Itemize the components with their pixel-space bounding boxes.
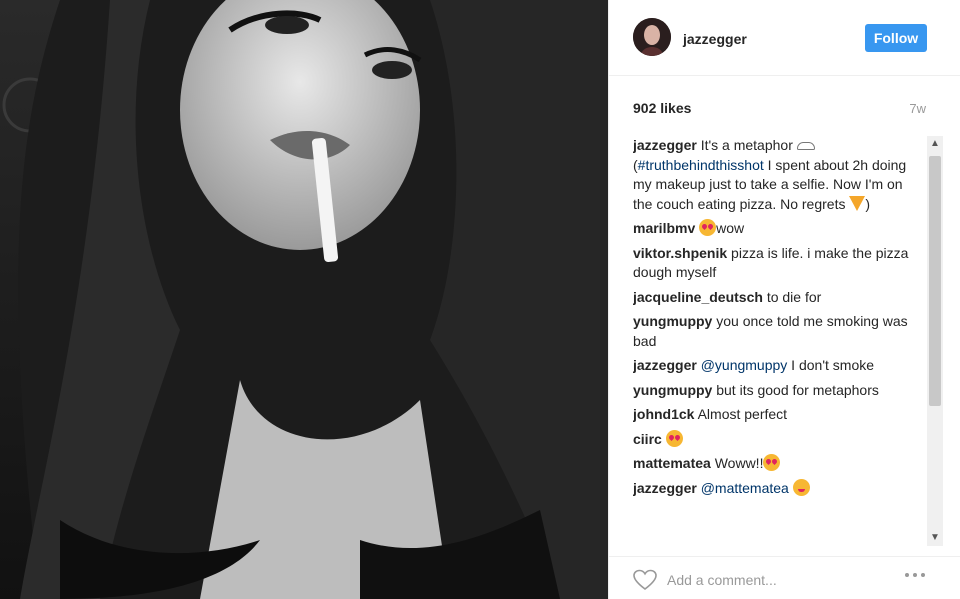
comment-author-link[interactable]: mattematea: [633, 455, 711, 471]
comment-text: to die for: [762, 288, 822, 305]
chevron-up-icon[interactable]: ▲: [927, 136, 943, 152]
comment-author-link[interactable]: jacqueline_deutsch: [633, 289, 763, 305]
comment-author-link[interactable]: yungmuppy: [633, 382, 712, 398]
comment-author-link[interactable]: johnd1ck: [633, 406, 694, 422]
more-options-icon[interactable]: [905, 573, 929, 583]
add-comment-input[interactable]: [667, 567, 887, 593]
comment-item: mattematea Woww!!: [633, 454, 923, 474]
post-photo[interactable]: [0, 0, 608, 599]
comment-author-link[interactable]: viktor.shpenik: [633, 245, 727, 261]
comment-text: I don't smoke: [787, 357, 875, 373]
comment-item: jazzegger It's a metaphor (#truthbehindt…: [633, 136, 923, 214]
post-image: [0, 0, 608, 599]
wink-emoji-icon: [792, 478, 810, 496]
likes-count[interactable]: 902 likes: [633, 100, 691, 116]
comment-author-link[interactable]: ciirc: [633, 431, 662, 447]
heart-eyes-emoji-icon: [699, 219, 717, 236]
comment-author-link[interactable]: jazzegger: [633, 357, 697, 373]
comments-scrollbar[interactable]: ▲ ▼: [927, 136, 943, 546]
comment-item: viktor.shpenik pizza is life. i make the…: [633, 244, 923, 283]
comment-author-link[interactable]: marilbmv: [633, 220, 695, 236]
avatar[interactable]: [633, 18, 671, 56]
username-link[interactable]: jazzegger: [683, 31, 747, 47]
heart-eyes-emoji-icon: [763, 454, 781, 471]
heart-icon[interactable]: [633, 569, 657, 591]
comment-text: Almost perfect: [694, 406, 788, 422]
comment-bar: [609, 556, 960, 599]
comment-text: wow: [716, 220, 745, 236]
comment-item: jazzegger @yungmuppy I don't smoke: [633, 356, 923, 376]
comments-list: jazzegger It's a metaphor (#truthbehindt…: [633, 136, 923, 546]
comment-item: ciirc: [633, 429, 923, 450]
comment-author-link[interactable]: jazzegger: [633, 480, 697, 496]
post-header: jazzegger Follow: [609, 0, 960, 76]
mention-link[interactable]: @mattematea: [701, 480, 789, 496]
chevron-down-icon[interactable]: ▼: [927, 530, 943, 546]
post-sidebar: jazzegger Follow 902 likes 7w jazzegger …: [608, 0, 960, 599]
comment-author-link[interactable]: jazzegger: [633, 137, 697, 153]
heart-eyes-emoji-icon: [665, 429, 683, 447]
cloud-emoji-icon: [796, 142, 815, 150]
comment-item: jazzegger @mattematea: [633, 478, 923, 499]
comment-text: ): [865, 195, 871, 212]
comment-text: Woww!!: [710, 455, 764, 471]
comment-item: yungmuppy you once told me smoking was b…: [633, 312, 923, 351]
mention-link[interactable]: @yungmuppy: [701, 357, 788, 373]
pizza-emoji-icon: [849, 195, 866, 211]
comment-item: yungmuppy but its good for metaphors: [633, 381, 923, 401]
comment-item: marilbmv wow: [633, 219, 923, 239]
follow-button[interactable]: Follow: [865, 24, 927, 52]
comment-text: but its good for metaphors: [712, 381, 879, 398]
comment-item: johnd1ck Almost perfect: [633, 405, 923, 425]
comment-item: jacqueline_deutsch to die for: [633, 288, 923, 308]
comment-author-link[interactable]: yungmuppy: [633, 313, 712, 329]
scrollbar-thumb[interactable]: [929, 156, 941, 406]
comment-text: It's a metaphor: [696, 137, 797, 153]
post-time[interactable]: 7w: [909, 101, 926, 116]
hashtag-link[interactable]: #truthbehindthisshot: [638, 157, 764, 173]
